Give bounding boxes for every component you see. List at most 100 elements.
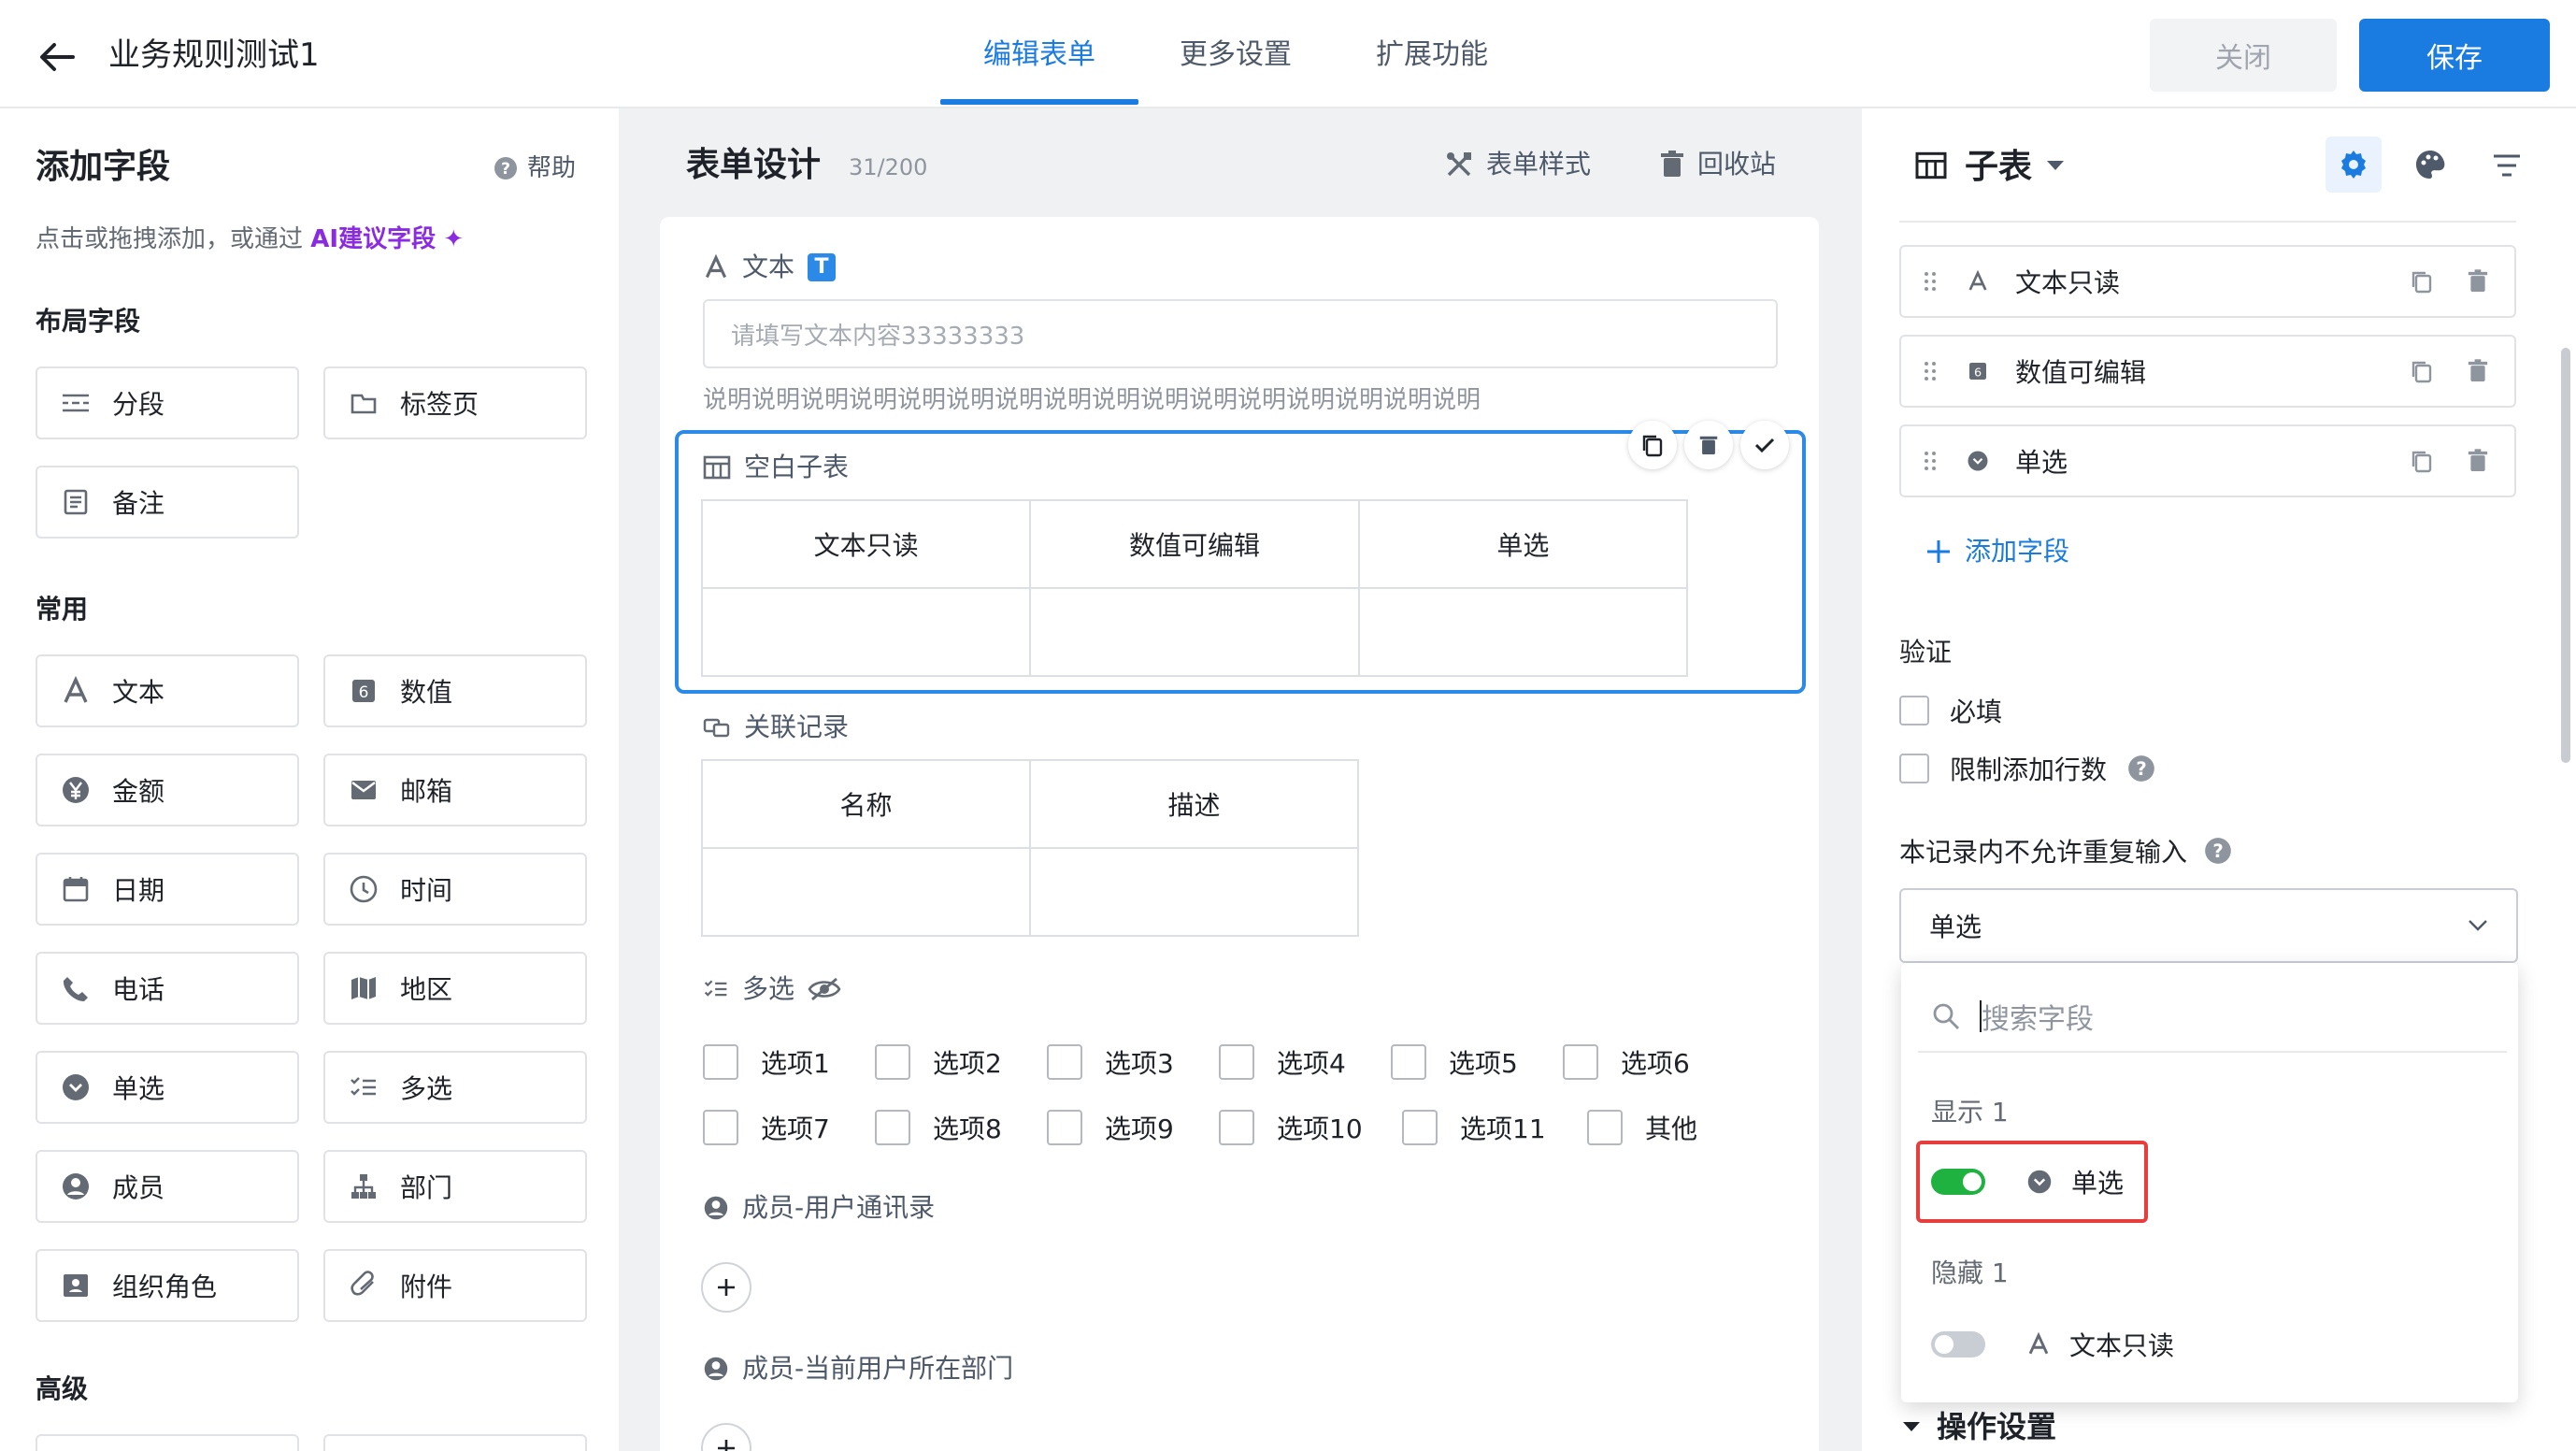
tab-more-settings[interactable]: 更多设置 [1180, 32, 1292, 79]
option-item[interactable]: 选项7 [703, 1109, 830, 1146]
field-attachment[interactable]: 附件 [323, 1249, 587, 1322]
option-label: 选项9 [1105, 1113, 1174, 1144]
subtable-field-item[interactable]: 单选 [1899, 424, 2516, 497]
add-subtable-field-button[interactable]: 添加字段 [1925, 533, 2069, 570]
column-header: 文本只读 [700, 499, 1032, 589]
checkbox[interactable] [1391, 1044, 1426, 1080]
drag-handle-icon[interactable] [1924, 450, 1942, 472]
checkbox[interactable] [875, 1110, 910, 1145]
member-dept-field-label[interactable]: 成员-当前用户所在部门 [703, 1350, 1013, 1387]
palette-icon[interactable] [2413, 148, 2447, 181]
drag-handle-icon[interactable] [1924, 270, 1942, 293]
checkbox[interactable] [1219, 1110, 1254, 1145]
checkbox[interactable] [1899, 754, 1929, 783]
recycle-bin-button[interactable]: 回收站 [1660, 146, 1776, 183]
option-item[interactable]: 选项9 [1047, 1109, 1174, 1146]
dropdown-search[interactable]: 搜索字段 [1918, 982, 2507, 1053]
checkbox[interactable] [1219, 1044, 1254, 1080]
add-member-button[interactable] [701, 1262, 751, 1313]
trash-icon[interactable] [2468, 358, 2488, 384]
field-multi-select[interactable]: 多选 [323, 1051, 587, 1124]
option-item[interactable]: 选项3 [1047, 1043, 1174, 1081]
field-department[interactable]: 部门 [323, 1150, 587, 1223]
trash-icon[interactable] [2468, 448, 2488, 474]
field-region[interactable]: 地区 [323, 952, 587, 1025]
field-advanced-1[interactable] [36, 1434, 299, 1451]
check-icon [1753, 433, 1777, 457]
operation-settings-section[interactable]: 操作设置 [1901, 1408, 2056, 1445]
checkbox[interactable] [1047, 1110, 1082, 1145]
checkbox[interactable] [703, 1044, 738, 1080]
field-tabs[interactable]: 标签页 [323, 366, 587, 439]
checkbox[interactable] [1563, 1044, 1598, 1080]
option-item[interactable]: 选项2 [875, 1043, 1002, 1081]
table-cell [1029, 847, 1359, 937]
caret-down-icon[interactable] [2045, 159, 2066, 172]
help-icon[interactable]: ? [2127, 754, 2155, 783]
subtable-title[interactable]: 子表 [1965, 144, 2032, 191]
linked-field-label[interactable]: 关联记录 [703, 709, 849, 746]
field-note[interactable]: 备注 [36, 466, 299, 539]
confirm-field-button[interactable] [1740, 421, 1789, 469]
field-advanced-2[interactable] [323, 1434, 587, 1451]
option-item[interactable]: 选项1 [703, 1043, 830, 1081]
option-label: 选项2 [933, 1048, 1002, 1079]
option-item[interactable]: 其他 [1587, 1109, 1697, 1146]
form-style-button[interactable]: 表单样式 [1445, 146, 1591, 183]
subtable-field-name: 单选 [2015, 447, 2068, 478]
field-member[interactable]: 成员 [36, 1150, 299, 1223]
checkbox[interactable] [1402, 1110, 1438, 1145]
option-item[interactable]: 选项10 [1219, 1109, 1363, 1146]
field-email[interactable]: 邮箱 [323, 754, 587, 826]
text-field-label[interactable]: 文本 T [703, 249, 837, 286]
help-link[interactable]: ? 帮助 [494, 150, 576, 187]
option-item[interactable]: 选项11 [1402, 1109, 1546, 1146]
checkbox[interactable] [875, 1044, 910, 1080]
hidden-field-row[interactable]: 文本只读 [1931, 1326, 2174, 1363]
field-date[interactable]: 日期 [36, 853, 299, 926]
copy-icon[interactable] [2410, 448, 2434, 474]
field-section[interactable]: 分段 [36, 366, 299, 439]
checkbox[interactable] [703, 1110, 738, 1145]
copy-icon[interactable] [2410, 268, 2434, 295]
option-item[interactable]: 选项4 [1219, 1043, 1346, 1081]
checkbox[interactable] [1587, 1110, 1623, 1145]
tab-edit-form[interactable]: 编辑表单 [983, 32, 1095, 79]
subtable-field-item[interactable]: 6 数值可编辑 [1899, 335, 2516, 408]
option-item[interactable]: 选项8 [875, 1109, 1002, 1146]
drag-handle-icon[interactable] [1924, 360, 1942, 382]
copy-field-button[interactable] [1628, 421, 1677, 469]
text-input[interactable]: 请填写文本内容33333333 [703, 299, 1778, 368]
help-icon[interactable]: ? [2204, 837, 2232, 865]
field-time[interactable]: 时间 [323, 853, 587, 926]
member-field-label[interactable]: 成员-用户通讯录 [703, 1189, 935, 1227]
limit-rows-option[interactable]: 限制添加行数 ? [1899, 750, 2155, 787]
settings-button[interactable] [2326, 136, 2382, 193]
field-org-role[interactable]: 组织角色 [36, 1249, 299, 1322]
field-text[interactable]: 文本 [36, 654, 299, 727]
sort-icon[interactable] [2492, 153, 2522, 178]
shown-group-heading: 显示 1 [1931, 1097, 2009, 1128]
trash-icon[interactable] [2468, 268, 2488, 295]
back-arrow-icon[interactable] [34, 34, 80, 80]
checkbox[interactable] [1899, 696, 1929, 726]
field-phone[interactable]: 电话 [36, 952, 299, 1025]
field-single-select[interactable]: 单选 [36, 1051, 299, 1124]
delete-field-button[interactable] [1684, 421, 1733, 469]
visibility-toggle[interactable] [1931, 1331, 1985, 1358]
tab-extensions[interactable]: 扩展功能 [1376, 32, 1488, 79]
subtable-field-item[interactable]: 文本只读 [1899, 245, 2516, 318]
checkbox[interactable] [1047, 1044, 1082, 1080]
field-number[interactable]: 6 数值 [323, 654, 587, 727]
copy-icon[interactable] [2410, 358, 2434, 384]
scrollbar[interactable] [2561, 348, 2570, 763]
field-amount[interactable]: 金额 [36, 754, 299, 826]
ai-suggest-link[interactable]: AI建议字段 [310, 225, 436, 253]
required-option[interactable]: 必填 [1899, 692, 2002, 729]
option-item[interactable]: 选项6 [1563, 1043, 1690, 1081]
close-button[interactable]: 关闭 [2150, 19, 2337, 92]
option-item[interactable]: 选项5 [1391, 1043, 1518, 1081]
multi-field-label[interactable]: 多选 [703, 970, 841, 1008]
no-duplicate-select[interactable]: 单选 [1899, 888, 2518, 963]
save-button[interactable]: 保存 [2359, 19, 2550, 92]
